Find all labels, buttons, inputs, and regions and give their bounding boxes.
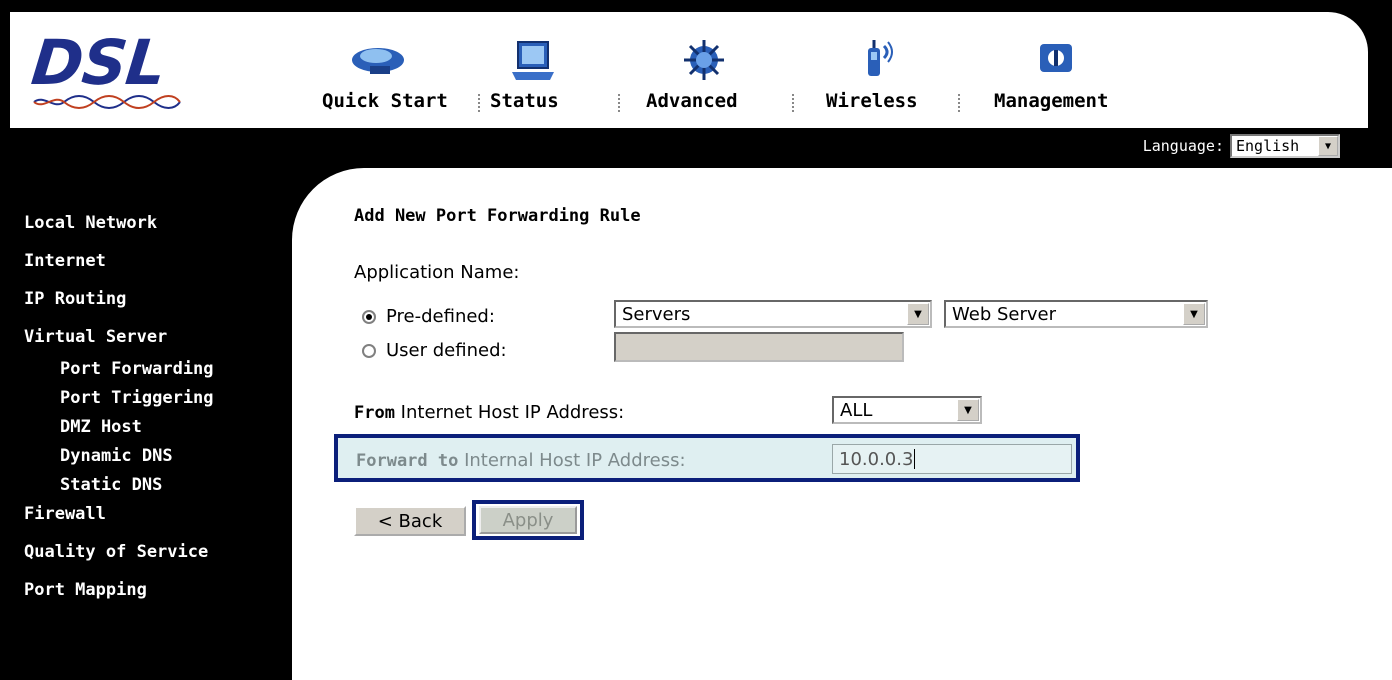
sidebar-item-dynamic-dns[interactable]: Dynamic DNS — [24, 443, 294, 472]
page-title: Add New Port Forwarding Rule — [354, 206, 641, 226]
chevron-down-icon[interactable]: ▼ — [1183, 303, 1205, 325]
quick-start-icon — [352, 48, 404, 74]
status-icon — [512, 41, 554, 80]
from-host-select[interactable]: ALL ▼ — [832, 396, 982, 424]
from-rest: Internet Host IP Address: — [394, 402, 625, 423]
service-select[interactable]: Web Server ▼ — [944, 300, 1208, 328]
nav-label-wireless: Wireless — [826, 90, 918, 112]
application-name-label: Application Name: — [354, 262, 520, 283]
sidebar-item-port-forwarding[interactable]: Port Forwarding — [24, 356, 294, 385]
nav-label-management: Management — [994, 90, 1109, 112]
nav-label-advanced: Advanced — [646, 90, 738, 112]
forward-to-label: Forward to Internal Host IP Address: — [356, 450, 686, 471]
predefined-radio[interactable] — [362, 309, 376, 324]
from-bold: From — [354, 403, 395, 423]
chevron-down-icon[interactable]: ▼ — [1318, 136, 1338, 156]
forward-to-highlight: Forward to Internal Host IP Address: 10.… — [334, 434, 1080, 482]
nav-label-status: Status — [490, 90, 559, 112]
category-select[interactable]: Servers ▼ — [614, 300, 932, 328]
language-selector: Language: English ▼ — [1143, 134, 1340, 158]
header: DSL Quick Start Status Advanced Wireless… — [10, 12, 1368, 128]
main-content: Add New Port Forwarding Rule Application… — [292, 168, 1392, 680]
sidebar-item-port-mapping[interactable]: Port Mapping — [24, 577, 294, 615]
wireless-icon — [868, 40, 893, 76]
sidebar-item-port-triggering[interactable]: Port Triggering — [24, 385, 294, 414]
language-select[interactable]: English ▼ — [1230, 134, 1340, 158]
nav-separator — [478, 94, 480, 112]
sidebar-item-internet[interactable]: Internet — [24, 248, 294, 286]
nav-separator — [958, 94, 960, 112]
nav-label-quick-start: Quick Start — [322, 90, 448, 112]
sidebar-item-static-dns[interactable]: Static DNS — [24, 472, 294, 501]
sidebar-item-firewall[interactable]: Firewall — [24, 501, 294, 539]
sidebar-item-local-network[interactable]: Local Network — [24, 210, 294, 248]
sidebar-item-virtual-server[interactable]: Virtual Server — [24, 324, 294, 356]
from-host-label: From Internet Host IP Address: — [354, 402, 624, 423]
sidebar: Local Network Internet IP Routing Virtua… — [24, 210, 294, 615]
language-label: Language: — [1142, 137, 1224, 155]
sidebar-item-quality-of-service[interactable]: Quality of Service — [24, 539, 294, 577]
apply-highlight: Apply — [472, 500, 584, 540]
text-cursor — [914, 449, 916, 469]
forward-to-ip-value: 10.0.0.3 — [839, 448, 914, 470]
apply-button[interactable]: Apply — [479, 506, 577, 534]
nav-separator — [618, 94, 620, 112]
logo-text: DSL — [28, 26, 169, 99]
forward-to-ip-input[interactable]: 10.0.0.3 — [832, 444, 1072, 474]
back-button[interactable]: < Back — [354, 506, 466, 536]
chevron-down-icon[interactable]: ▼ — [907, 303, 929, 325]
forward-rest: Internal Host IP Address: — [458, 450, 686, 471]
chevron-down-icon[interactable]: ▼ — [957, 399, 979, 421]
sidebar-item-ip-routing[interactable]: IP Routing — [24, 286, 294, 324]
language-value: English — [1236, 137, 1300, 155]
nav-separator — [792, 94, 794, 112]
user-defined-input[interactable] — [614, 332, 904, 362]
from-host-select-value: ALL — [840, 399, 873, 421]
dsl-logo: DSL — [28, 26, 202, 117]
user-defined-row: User defined: — [362, 340, 507, 361]
service-select-value: Web Server — [952, 303, 1056, 325]
sidebar-item-dmz-host[interactable]: DMZ Host — [24, 414, 294, 443]
user-defined-radio[interactable] — [362, 343, 376, 358]
category-select-value: Servers — [622, 303, 691, 325]
management-icon — [1040, 44, 1072, 72]
predefined-row: Pre-defined: — [362, 306, 495, 327]
predefined-label: Pre-defined: — [386, 306, 495, 327]
advanced-icon — [684, 40, 724, 80]
user-defined-label: User defined: — [386, 340, 507, 361]
forward-bold: Forward to — [356, 451, 459, 471]
